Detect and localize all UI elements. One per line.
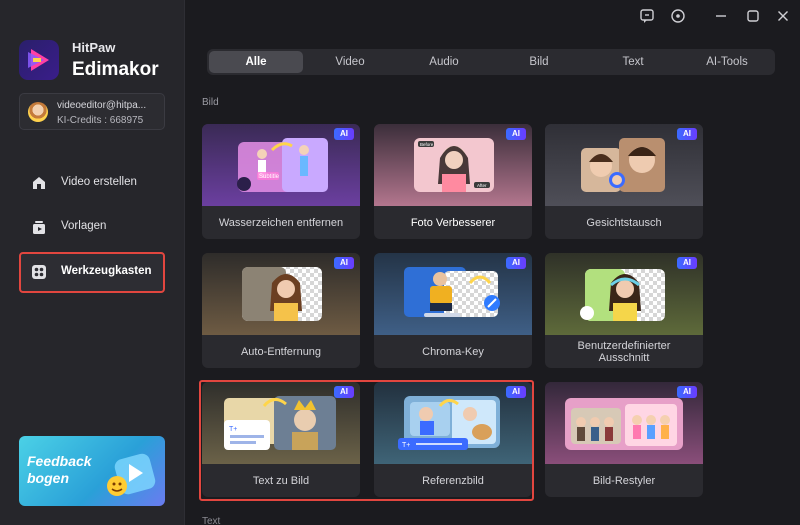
- template-icon: [33, 221, 45, 234]
- account-email: videoeditor@hitpa...: [57, 100, 147, 111]
- nav-item-toolbox[interactable]: Werkzeugkasten: [19, 252, 165, 293]
- card-label: Foto Verbesserer: [410, 216, 496, 229]
- card-label: Bild-Restyler: [592, 474, 656, 487]
- card-label: Wasserzeichen entfernen: [218, 216, 344, 229]
- tool-card-chroma-key[interactable]: AI Chroma-Key: [374, 253, 532, 368]
- section-title-text: Text: [202, 516, 221, 525]
- before-label: Before: [420, 142, 434, 147]
- tab-all[interactable]: Alle: [209, 51, 303, 73]
- brand-name-top: HitPaw: [72, 40, 116, 55]
- account-panel[interactable]: videoeditor@hitpa... KI-Credits : 668975: [19, 93, 165, 130]
- close-icon[interactable]: [775, 8, 791, 24]
- nav-label: Werkzeugkasten: [61, 265, 152, 277]
- settings-icon[interactable]: [670, 8, 686, 24]
- tab-text[interactable]: Text: [586, 51, 680, 73]
- category-tabs: Alle Video Audio Bild Text AI-Tools: [207, 49, 775, 75]
- after-label: After: [477, 183, 487, 188]
- card-label: Chroma-Key: [422, 345, 484, 358]
- tool-card-custom-cutout[interactable]: AI Benutzerdefinierter Ausschnitt: [545, 253, 703, 368]
- ai-badge: AI: [506, 128, 526, 140]
- tab-ai-tools[interactable]: AI-Tools: [680, 51, 774, 73]
- feedback-chat-icon[interactable]: [639, 8, 655, 24]
- feedback-text: Feedback bogen: [27, 453, 92, 486]
- ai-credits: KI-Credits : 668975: [57, 115, 144, 126]
- nav-label: Vorlagen: [61, 220, 107, 232]
- subtitle-watermark-text: Subtitle: [259, 174, 280, 180]
- nav-label: Video erstellen: [61, 176, 137, 188]
- tool-card-photo-enhancer[interactable]: Before After AI Foto Verbesserer: [374, 124, 532, 239]
- ai-badge: AI: [677, 386, 697, 398]
- home-icon: [33, 177, 45, 189]
- tool-card-watermark-remover[interactable]: Subtitle AI Wasserzeichen entfernen: [202, 124, 360, 239]
- sidebar: HitPaw Edimakor videoeditor@hitpa... KI-…: [0, 0, 185, 525]
- tool-card-image-restyler[interactable]: AI Bild-Restyler: [545, 382, 703, 497]
- tab-image[interactable]: Bild: [492, 51, 586, 73]
- ai-badge: AI: [334, 128, 354, 140]
- brand-name-main: Edimakor: [72, 59, 159, 80]
- avatar: [28, 102, 48, 122]
- ai-badge: AI: [334, 257, 354, 269]
- card-label: Benutzerdefinierter Ausschnitt: [577, 339, 671, 364]
- highlight-box: [199, 380, 534, 501]
- toolbox-icon: [32, 265, 46, 279]
- nav-item-create-video[interactable]: Video erstellen: [19, 164, 165, 202]
- feedback-illustration-icon: [107, 453, 156, 496]
- minimize-icon[interactable]: [713, 8, 729, 24]
- ai-badge: AI: [677, 257, 697, 269]
- feedback-banner[interactable]: Feedback bogen: [19, 436, 165, 506]
- tool-card-auto-removal[interactable]: AI Auto-Entfernung: [202, 253, 360, 368]
- tool-card-face-swap[interactable]: AI Gesichtstausch: [545, 124, 703, 239]
- section-title-image: Bild: [202, 97, 219, 108]
- app-logo: [19, 40, 59, 80]
- tab-video[interactable]: Video: [303, 51, 397, 73]
- tab-audio[interactable]: Audio: [397, 51, 491, 73]
- ai-badge: AI: [506, 257, 526, 269]
- maximize-icon[interactable]: [745, 8, 761, 24]
- nav-item-templates[interactable]: Vorlagen: [19, 208, 165, 246]
- card-label: Auto-Entfernung: [240, 345, 322, 358]
- card-label: Gesichtstausch: [586, 216, 662, 229]
- ai-badge: AI: [677, 128, 697, 140]
